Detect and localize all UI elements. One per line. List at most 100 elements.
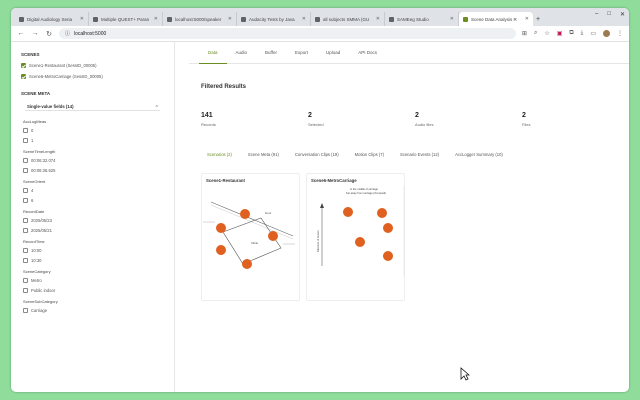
sidepanel-icon[interactable]: ▭ xyxy=(590,30,596,37)
seat-marker[interactable] xyxy=(216,223,226,233)
favicon-icon xyxy=(93,16,98,22)
seat-marker[interactable] xyxy=(216,245,226,255)
browser-tab[interactable]: Multiple QUEST+ Paran ✕ xyxy=(89,12,163,26)
seat-marker[interactable] xyxy=(383,251,393,261)
checkbox[interactable] xyxy=(23,188,28,193)
checkbox[interactable] xyxy=(23,288,28,293)
subtab-scene-meta[interactable]: Scene Meta (91) xyxy=(240,148,287,160)
menu-icon[interactable]: ⋮ xyxy=(617,30,623,37)
field-option[interactable]: 0 xyxy=(23,128,164,133)
browser-tab[interactable]: all subjects SMMA (GU ✕ xyxy=(311,12,385,26)
maximize-button[interactable]: □ xyxy=(607,11,611,18)
field-option[interactable]: Carriage xyxy=(23,308,164,313)
new-tab-button[interactable]: + xyxy=(533,12,543,26)
checkbox[interactable] xyxy=(23,198,28,203)
close-icon[interactable]: ✕ xyxy=(376,16,380,22)
favicon-icon xyxy=(315,16,320,22)
field-option[interactable]: 2025/05/23 xyxy=(23,218,164,223)
seat-marker[interactable] xyxy=(377,208,387,218)
minimize-button[interactable]: – xyxy=(595,11,598,18)
field-option[interactable]: 2025/05/21 xyxy=(23,228,164,233)
browser-tab[interactable]: localhost:5000/speaker ✕ xyxy=(163,12,237,26)
extension-icon[interactable]: ▣ xyxy=(557,30,563,37)
extensions-puzzle-icon[interactable]: ⧉ xyxy=(569,30,573,37)
forward-icon[interactable]: → xyxy=(31,30,39,37)
checkbox[interactable] xyxy=(23,138,28,143)
field-option[interactable]: 10:30 xyxy=(23,258,164,263)
scenario-card[interactable]: Scene6-MetroCarriage In the middle of ca… xyxy=(306,173,405,301)
single-value-fields-toggle[interactable]: Single-value fields (14) ^ xyxy=(25,102,160,111)
zoom-icon[interactable]: ⌕ xyxy=(534,30,537,37)
field-option[interactable]: Metro xyxy=(23,278,164,283)
close-icon[interactable]: ✕ xyxy=(302,16,306,22)
tab-upload[interactable]: Upload xyxy=(317,42,349,64)
field-option[interactable]: 6 xyxy=(23,198,164,203)
field-option[interactable]: 00:06:32.074 xyxy=(23,158,164,163)
browser-window: Digital Audiology Seria ✕ Multiple QUEST+… xyxy=(11,8,629,392)
browser-tab-active[interactable]: Scene Data Analysis R ✕ xyxy=(459,12,533,26)
checkbox[interactable] xyxy=(23,258,28,263)
close-icon[interactable]: ✕ xyxy=(525,16,529,22)
field-option[interactable]: 00:06:36.625 xyxy=(23,168,164,173)
subtab-conversation-clips[interactable]: Conversation Clips (19) xyxy=(287,148,347,160)
field-option[interactable]: Public indoor xyxy=(23,288,164,293)
back-icon[interactable]: ← xyxy=(17,30,25,37)
close-icon[interactable]: ✕ xyxy=(80,16,84,22)
seat-marker[interactable] xyxy=(355,237,365,247)
translate-icon[interactable]: ⊞ xyxy=(522,30,527,37)
download-icon[interactable]: ⤓ xyxy=(581,30,584,37)
tab-label: Scene Data Analysis R xyxy=(471,16,517,22)
checkbox[interactable] xyxy=(23,218,28,223)
close-window-button[interactable]: ✕ xyxy=(620,11,625,18)
checkbox[interactable] xyxy=(23,248,28,253)
field-option[interactable]: 10:00 xyxy=(23,248,164,253)
scene-option[interactable]: Scene1-Restaurant (SessID_00005) xyxy=(21,63,164,68)
tab-audio[interactable]: Audio xyxy=(227,42,257,64)
subtab-scenario-events[interactable]: Scenario Events (12) xyxy=(392,148,447,160)
tab-export[interactable]: Export xyxy=(286,42,317,64)
tab-data[interactable]: Data xyxy=(199,42,227,64)
subtab-motion-clips[interactable]: Motion Clips (7) xyxy=(347,148,392,160)
scene-option[interactable]: Scene6-MetroCarriage (SessID_00005) xyxy=(21,74,164,79)
field-option[interactable]: 1 xyxy=(23,138,164,143)
close-icon[interactable]: ✕ xyxy=(154,16,158,22)
seat-marker[interactable] xyxy=(268,231,278,241)
bookmark-star-icon[interactable]: ☆ xyxy=(544,30,549,37)
option-label: 10:30 xyxy=(31,258,42,263)
close-icon[interactable]: ✕ xyxy=(450,16,454,22)
checkbox-checked[interactable] xyxy=(21,63,26,68)
seat-marker[interactable] xyxy=(240,209,250,219)
field-option[interactable]: 4 xyxy=(23,188,164,193)
tab-api-docs[interactable]: API Docs xyxy=(349,42,386,64)
seat-marker[interactable] xyxy=(242,259,252,269)
card-title: Scene6-MetroCarriage xyxy=(311,178,357,183)
scene-label: Scene6-MetroCarriage (SessID_00005) xyxy=(29,74,103,79)
browser-tab[interactable]: Digital Audiology Seria ✕ xyxy=(15,12,89,26)
checkbox[interactable] xyxy=(23,278,28,283)
browser-tab[interactable]: SAMEeg Studio ✕ xyxy=(385,12,459,26)
checkbox[interactable] xyxy=(23,228,28,233)
address-bar[interactable]: ⓘ localhost:5000 xyxy=(59,28,516,39)
avatar[interactable] xyxy=(603,30,610,37)
subtab-acclogger-summary[interactable]: AccLogger Summary (10) xyxy=(447,148,511,160)
checkbox[interactable] xyxy=(23,308,28,313)
tab-buffer[interactable]: Buffer xyxy=(256,42,286,64)
checkbox[interactable] xyxy=(23,168,28,173)
mouse-cursor-icon xyxy=(460,367,470,381)
browser-tab[interactable]: Audacity Tests by Java ✕ xyxy=(237,12,311,26)
subtab-scenarios[interactable]: Scenarios (2) xyxy=(199,148,240,160)
close-icon[interactable]: ✕ xyxy=(228,16,232,22)
metrics-row: 141 Records 2 Selected 2 Audio files 2 Files xyxy=(201,112,629,127)
option-label: 0 xyxy=(31,128,34,133)
metric-value: 2 xyxy=(308,112,312,119)
checkbox-checked[interactable] xyxy=(21,74,26,79)
seat-marker[interactable] xyxy=(383,223,393,233)
checkbox[interactable] xyxy=(23,128,28,133)
seat-marker[interactable] xyxy=(343,207,353,217)
option-label: 6 xyxy=(31,198,34,203)
metric-value: 2 xyxy=(415,112,419,119)
scenario-card[interactable]: Scene1-Restaurant Table Door xyxy=(201,173,300,301)
site-info-icon[interactable]: ⓘ xyxy=(65,30,70,37)
reload-icon[interactable]: ↻ xyxy=(45,30,53,38)
checkbox[interactable] xyxy=(23,158,28,163)
